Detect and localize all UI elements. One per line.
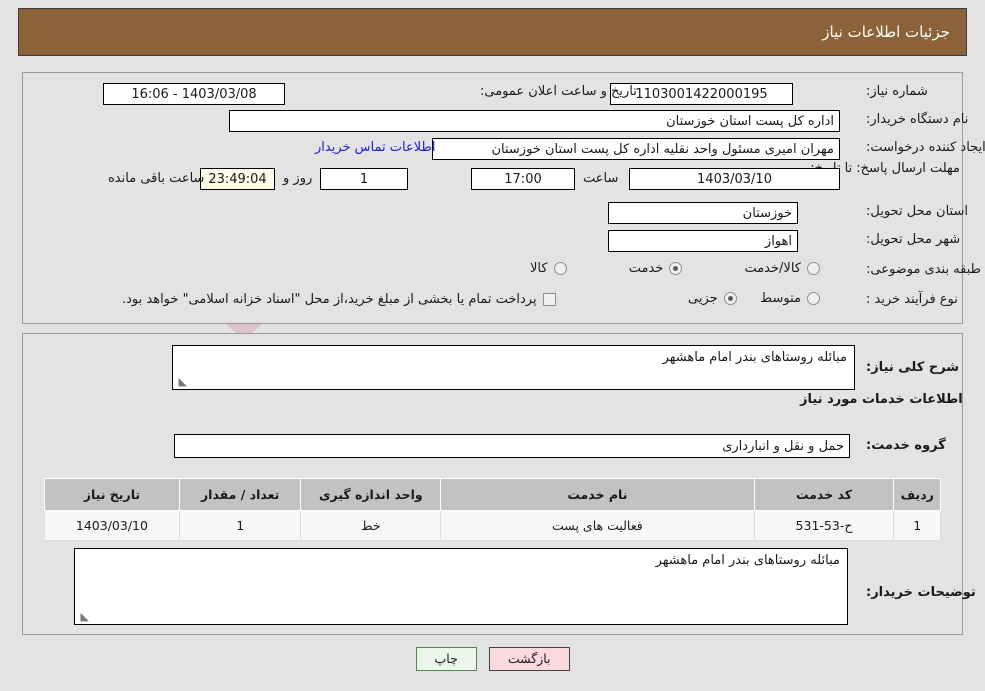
deadline-countdown-field: 23:49:04 (200, 168, 275, 190)
buyer-org-field[interactable]: اداره کل پست استان خوزستان (229, 110, 840, 132)
page-title: جزئیات اطلاعات نیاز (822, 23, 950, 41)
public-announce-field[interactable]: 16:06 - 1403/03/08 (103, 83, 285, 105)
services-section-title: اطلاعات خدمات مورد نیاز (800, 392, 963, 407)
deadline-label: مهلت ارسال پاسخ: تا تاریخ: (810, 161, 960, 176)
need-details-page: AriaTender.net جزئیات اطلاعات نیاز شماره… (0, 0, 985, 691)
option-label: خدمت (628, 261, 664, 276)
resize-grip-icon[interactable]: ◣ (175, 376, 187, 388)
buyer-org-row: نام دستگاه خریدار: (866, 112, 968, 127)
purchase-process-option-minor[interactable]: جزیی (688, 291, 737, 306)
delivery-city-label: شهر محل تحویل: (866, 232, 961, 247)
deadline-time-label: ساعت (583, 171, 619, 186)
radio-icon[interactable] (553, 262, 567, 275)
deadline-days-field[interactable]: 1 (320, 168, 408, 190)
subject-category-option-goods[interactable]: کالا (530, 261, 567, 276)
deadline-time-field[interactable]: 17:00 (471, 168, 575, 190)
radio-icon[interactable] (669, 262, 683, 275)
request-creator-field[interactable]: مهران امیری مسئول واحد نقلیه اداره کل پس… (432, 138, 840, 160)
column-header-need-date: تاریخ نیاز (44, 478, 180, 511)
delivery-province-row: استان محل تحویل: (866, 204, 968, 219)
page-header: جزئیات اطلاعات نیاز (18, 8, 967, 56)
need-number-label: شماره نیاز: (866, 84, 928, 99)
option-label: متوسط (760, 291, 801, 306)
print-button[interactable]: چاپ (415, 647, 477, 671)
column-header-service-code: کد خدمت (753, 478, 895, 511)
cell-unit: خط (300, 510, 442, 541)
buyer-notes-label: توضیحات خریدار: (866, 585, 976, 600)
buyer-contact-link[interactable]: اطلاعات تماس خریدار (315, 140, 435, 155)
request-creator-label: ایجاد کننده درخواست: (866, 140, 985, 155)
buyer-notes-value: مبائله روستاهای بندر امام ماهشهر (655, 553, 840, 568)
deadline-days-label: روز و (283, 171, 313, 186)
column-header-quantity: تعداد / مقدار (178, 478, 302, 511)
buyer-notes-textarea[interactable]: مبائله روستاهای بندر امام ماهشهر ◣ (74, 548, 848, 625)
request-creator-row: ایجاد کننده درخواست: (866, 140, 985, 155)
column-header-unit: واحد اندازه گیری (300, 478, 442, 511)
subject-category-option-goods-service[interactable]: کالا/خدمت (744, 261, 820, 276)
buyer-org-label: نام دستگاه خریدار: (866, 112, 969, 127)
services-table: ردیف کد خدمت نام خدمت واحد اندازه گیری ت… (44, 478, 941, 541)
subject-category-option-service[interactable]: خدمت (629, 261, 683, 276)
islamic-treasury-checkbox-label: پرداخت تمام یا بخشی از مبلغ خرید،از محل … (122, 292, 537, 307)
column-header-row-no: ردیف (893, 478, 941, 511)
delivery-city-row: شهر محل تحویل: (866, 232, 960, 247)
need-number-row: شماره نیاز: (866, 84, 928, 99)
radio-icon[interactable] (723, 292, 737, 305)
service-group-label: گروه خدمت: (866, 438, 946, 453)
option-label: جزیی (688, 291, 718, 306)
table-row: 1 ح-53-531 فعالیت های پست خط 1 1403/03/1… (44, 510, 941, 541)
cell-service-name: فعالیت های پست (440, 510, 755, 541)
column-header-service-name: نام خدمت (440, 478, 755, 511)
general-description-value: مبائله روستاهای بندر امام ماهشهر (662, 350, 847, 365)
public-announce-label: تاریخ و ساعت اعلان عمومی: (480, 84, 637, 99)
subject-category-label: طبقه بندی موضوعی: (866, 262, 982, 277)
table-header-row: ردیف کد خدمت نام خدمت واحد اندازه گیری ت… (44, 478, 941, 511)
general-description-textarea[interactable]: مبائله روستاهای بندر امام ماهشهر ◣ (172, 345, 855, 390)
delivery-province-label: استان محل تحویل: (866, 204, 968, 219)
need-number-field[interactable]: 1103001422000195 (610, 83, 793, 105)
general-description-label: شرح کلی نیاز: (866, 360, 960, 375)
deadline-countdown-label: ساعت باقی مانده (108, 171, 205, 186)
purchase-process-label: نوع فرآیند خرید : (866, 292, 958, 307)
service-group-field[interactable]: حمل و نقل و انبارداری (174, 434, 850, 458)
footer-button-bar: بازگشت چاپ (0, 647, 985, 671)
purchase-process-option-medium[interactable]: متوسط (760, 291, 820, 306)
cell-need-date: 1403/03/10 (44, 510, 180, 541)
cell-service-code: ح-53-531 (753, 510, 895, 541)
delivery-city-field[interactable]: اهواز (608, 230, 798, 252)
islamic-treasury-checkbox-option[interactable]: پرداخت تمام یا بخشی از مبلغ خرید،از محل … (122, 292, 556, 307)
delivery-province-field[interactable]: خوزستان (608, 202, 798, 224)
radio-icon[interactable] (807, 292, 820, 305)
option-label: کالا (530, 261, 548, 276)
checkbox-icon[interactable] (542, 293, 556, 306)
purchase-process-options: متوسط جزیی (688, 291, 820, 306)
cell-row-no: 1 (893, 510, 941, 541)
subject-category-row: طبقه بندی موضوعی: (866, 262, 981, 277)
back-button[interactable]: بازگشت (488, 647, 570, 671)
option-label: کالا/خدمت (744, 261, 801, 276)
deadline-date-field[interactable]: 1403/03/10 (629, 168, 840, 190)
cell-quantity: 1 (178, 510, 302, 541)
resize-grip-icon[interactable]: ◣ (77, 611, 89, 623)
radio-icon[interactable] (807, 262, 820, 275)
purchase-process-row: نوع فرآیند خرید : (866, 292, 958, 307)
public-announce-row: تاریخ و ساعت اعلان عمومی: (480, 84, 637, 99)
deadline-row: مهلت ارسال پاسخ: تا تاریخ: (810, 160, 960, 177)
subject-category-options: کالا/خدمت خدمت کالا (530, 261, 820, 276)
